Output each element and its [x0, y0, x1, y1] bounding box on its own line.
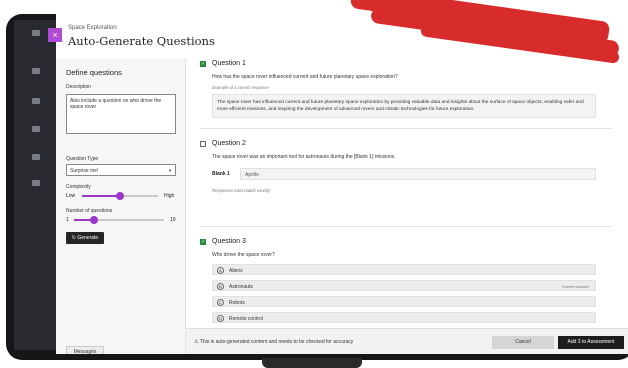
divider — [200, 128, 612, 129]
question-title: Question 1 — [212, 60, 246, 67]
complexity-slider-handle[interactable] — [116, 192, 124, 200]
complexity-low-label: Low — [66, 193, 76, 199]
question-checkbox[interactable]: ✓ — [200, 61, 206, 67]
background-icon — [32, 68, 40, 74]
description-textarea[interactable]: Also include a question on who drove the… — [66, 94, 176, 134]
option-text: Robots — [229, 300, 245, 306]
messages-button[interactable]: Messages — [66, 346, 104, 354]
panel-footer: ⚠ This is auto-generated content and nee… — [186, 328, 628, 354]
number-of-questions-label: Number of questions — [66, 208, 113, 214]
generate-label: Generate — [77, 235, 99, 241]
generate-button[interactable]: ↻ Generate — [66, 232, 104, 244]
blank-label: Blank 1 — [212, 171, 230, 177]
number-slider-handle[interactable] — [90, 216, 98, 224]
option-text: Remote control — [229, 316, 263, 322]
refresh-icon: ↻ — [71, 235, 76, 241]
background-app-sidebar — [14, 20, 58, 350]
background-icon — [32, 180, 40, 186]
chevron-down-icon: ▼ — [168, 168, 172, 173]
option-letter: D — [217, 315, 224, 322]
answer-option[interactable]: D Remote control — [212, 312, 596, 323]
cancel-button[interactable]: Cancel — [492, 336, 554, 349]
background-icon — [32, 126, 40, 132]
divider — [200, 226, 612, 227]
blank-answer-field[interactable]: Apollo — [240, 168, 596, 180]
define-questions-panel: Define questions Description Also includ… — [56, 58, 186, 354]
option-letter: C — [217, 299, 224, 306]
device-stand — [262, 358, 362, 368]
questions-list: ✓ Question 1 How has the space rover inf… — [186, 58, 628, 328]
warning-message: ⚠ This is auto-generated content and nee… — [194, 339, 353, 345]
question-checkbox[interactable] — [200, 141, 206, 147]
match-note: Responses must match exactly — [212, 188, 270, 193]
answer-option[interactable]: A Aliens — [212, 264, 596, 275]
question-type-value: Surprise me! — [70, 168, 99, 174]
number-of-questions-slider[interactable] — [74, 216, 164, 224]
complexity-slider-fill — [82, 195, 120, 197]
complexity-label: Complexity — [66, 184, 91, 190]
background-icon — [32, 30, 40, 36]
background-icon — [32, 154, 40, 160]
complexity-slider[interactable] — [82, 192, 158, 200]
option-letter: A — [217, 267, 224, 274]
complexity-high-label: High — [164, 193, 175, 199]
num-max-label: 10 — [170, 217, 176, 223]
warning-icon: ⚠ — [194, 339, 199, 345]
close-icon[interactable]: × — [48, 28, 62, 42]
paint-streak — [330, 0, 628, 68]
option-text: Astronauts — [229, 284, 253, 290]
example-note: Example of a correct response — [212, 85, 269, 90]
background-icon — [32, 98, 40, 104]
option-letter: B — [217, 283, 224, 290]
question-type-select[interactable]: Surprise me! ▼ — [66, 164, 176, 176]
question-title: Question 2 — [212, 140, 246, 147]
num-min-label: 1 — [66, 217, 69, 223]
add-to-assessment-button[interactable]: Add 3 to Assessment — [558, 336, 624, 349]
question-title: Question 3 — [212, 238, 246, 245]
course-name: Space Exploration — [68, 25, 117, 31]
answer-option[interactable]: C Robots — [212, 296, 596, 307]
description-label: Description — [66, 84, 92, 90]
question-type-label: Question Type — [66, 156, 99, 162]
answer-option[interactable]: B Astronauts Correct answer — [212, 280, 596, 291]
example-response: The space rover has influenced current a… — [212, 94, 596, 118]
define-questions-heading: Define questions — [66, 68, 122, 77]
option-text: Aliens — [229, 268, 243, 274]
question-text: Who drove the space rover? — [212, 252, 275, 258]
question-checkbox[interactable]: ✓ — [200, 239, 206, 245]
page-title: Auto-Generate Questions — [68, 34, 215, 48]
correct-answer-tag: Correct answer — [561, 284, 589, 289]
question-text: The space rover was an important tool fo… — [212, 154, 396, 160]
question-text: How has the space rover influenced curre… — [212, 74, 398, 80]
warning-text: This is auto-generated content and needs… — [199, 339, 354, 345]
